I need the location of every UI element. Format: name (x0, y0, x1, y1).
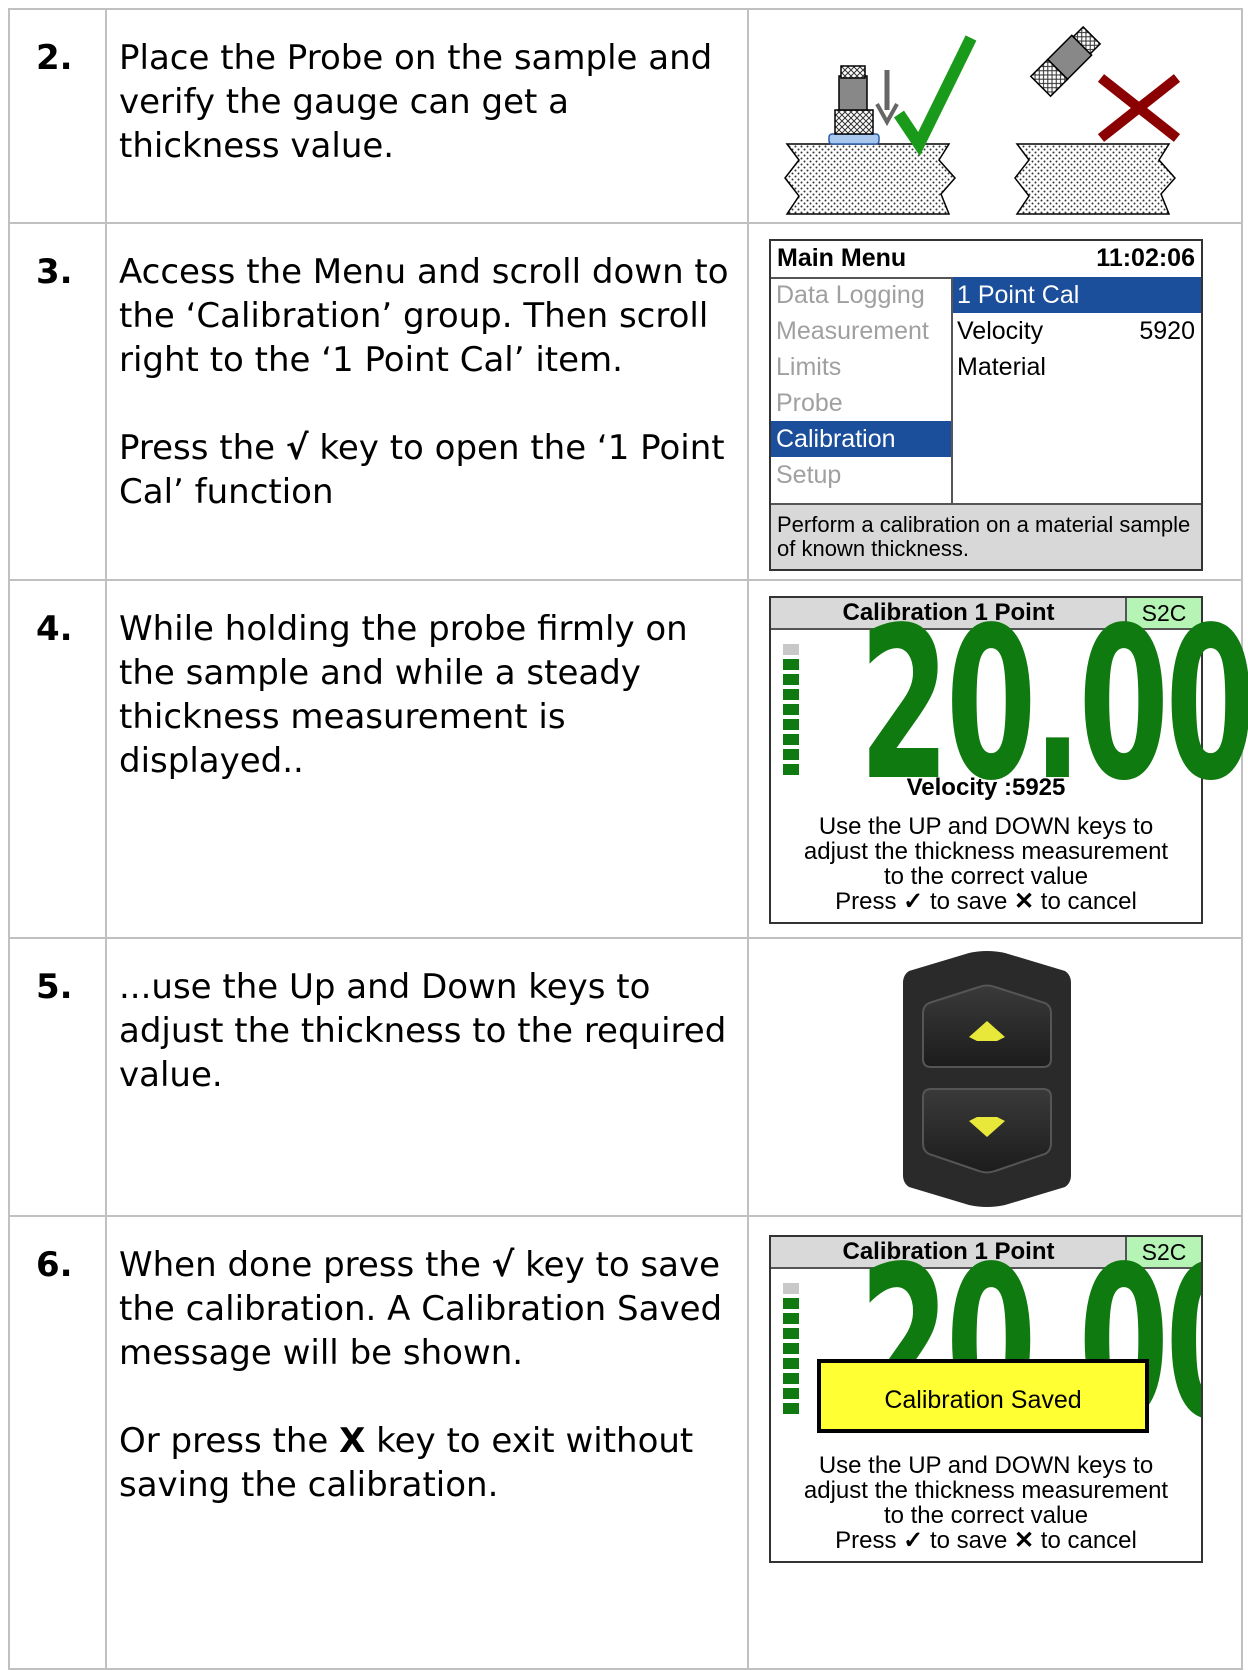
text-fragment: to cancel (1040, 1527, 1137, 1554)
clock: 11:02:06 (1096, 244, 1195, 272)
instruction-line: Use the UP and DOWN keys to (818, 813, 1154, 840)
save-cancel-line: Press ✓ to save ✕ to cancel (771, 889, 1201, 914)
step-text: While holding the probe firmly on the sa… (119, 609, 688, 781)
menu-group-list: Data Logging Measurement Limits Probe Ca… (771, 277, 953, 523)
probe-placement-illustration (749, 10, 1241, 222)
text-fragment: to cancel (1040, 888, 1137, 915)
main-menu-screen: Main Menu 11:02:06 Data Logging Measurem… (769, 239, 1203, 571)
text-fragment: Press the (119, 428, 286, 468)
probe-tilted-cross-icon (1014, 25, 1181, 215)
text-fragment: to save (929, 1527, 1008, 1554)
text-fragment: to save (929, 888, 1008, 915)
step-row-4: 4. While holding the probe firmly on the… (8, 579, 1248, 939)
instruction-line: to the correct value (883, 863, 1089, 890)
menu-item-value: 5920 (1139, 317, 1195, 345)
menu-group-calibration[interactable]: Calibration (771, 421, 951, 457)
step-row-2: 2. Place the Probe on the sample and ver… (8, 8, 1243, 224)
menu-group-measurement[interactable]: Measurement (771, 313, 951, 349)
check-key-glyph: √ (285, 428, 309, 468)
step-text-cancel: Or press the X key to exit without savin… (119, 1419, 733, 1507)
calibration-instructions: Use the UP and DOWN keys to adjust the t… (771, 1453, 1201, 1553)
cross-glyph-icon: ✕ (1014, 1527, 1035, 1554)
signal-strength-bar (783, 1283, 799, 1418)
menu-group-limits[interactable]: Limits (771, 349, 951, 385)
calibration-saved-message: Calibration Saved (817, 1359, 1149, 1433)
instruction-line: to the correct value (883, 1502, 1089, 1529)
step-number: 5. (36, 967, 73, 1007)
menu-item-list: 1 Point Cal Velocity 5920 Material (953, 277, 1201, 523)
check-glyph-icon: ✓ (903, 1527, 924, 1554)
menu-item-material[interactable]: Material (953, 349, 1201, 385)
instruction-line: Use the UP and DOWN keys to (818, 1452, 1154, 1479)
step-number: 4. (36, 609, 73, 649)
instruction-steps-table: 2. Place the Probe on the sample and ver… (8, 8, 1248, 1670)
menu-item-1-point-cal[interactable]: 1 Point Cal (953, 277, 1201, 313)
probe-placement-figure (784, 25, 1181, 215)
text-fragment: When done press the (119, 1245, 492, 1285)
menu-group-probe[interactable]: Probe (771, 385, 951, 421)
step-text: ...use the Up and Down keys to adjust th… (119, 967, 727, 1095)
main-menu-header: Main Menu 11:02:06 (771, 241, 1201, 279)
step-row-3: 3. Access the Menu and scroll down to th… (8, 222, 1243, 581)
step-row-5: 5. ...use the Up and Down keys to adjust… (8, 937, 1243, 1217)
step-row-6: 6. When done press the √ key to save the… (8, 1215, 1243, 1670)
instruction-line: adjust the thickness measurement (803, 838, 1169, 865)
menu-item-label: Velocity (957, 317, 1044, 345)
step-text: Access the Menu and scroll down to the ‘… (119, 252, 729, 380)
check-glyph-icon: ✓ (903, 888, 924, 915)
menu-item-velocity[interactable]: Velocity 5920 (953, 313, 1201, 349)
step-number: 2. (36, 38, 73, 78)
calibration-saved-screen: Calibration 1 Point S2C 20.00 Calibratio… (769, 1235, 1203, 1563)
calibration-instructions: Use the UP and DOWN keys to adjust the t… (771, 814, 1201, 914)
signal-strength-bar (783, 644, 799, 779)
check-key-glyph: √ (491, 1245, 515, 1285)
menu-item-label: Material (957, 353, 1046, 381)
step-text-save: When done press the √ key to save the ca… (119, 1243, 733, 1375)
instruction-line: adjust the thickness measurement (803, 1477, 1169, 1504)
menu-help-footer: Perform a calibration on a material samp… (771, 503, 1201, 569)
main-menu-title: Main Menu (777, 244, 907, 272)
cross-glyph-icon: ✕ (1014, 888, 1035, 915)
menu-group-setup[interactable]: Setup (771, 457, 951, 493)
step-text: Place the Probe on the sample and verify… (119, 38, 713, 166)
step-number: 3. (36, 252, 73, 292)
text-fragment: Or press the (119, 1421, 340, 1461)
menu-item-label: 1 Point Cal (957, 281, 1080, 309)
step-text-press: Press the √ key to open the ‘1 Point Cal… (119, 426, 733, 514)
save-cancel-line: Press ✓ to save ✕ to cancel (771, 1528, 1201, 1553)
step-number: 6. (36, 1245, 73, 1285)
velocity-readout: Velocity :5925 (906, 774, 1066, 801)
calibration-screen: Calibration 1 Point S2C 20.00 Velocity :… (769, 596, 1248, 924)
text-fragment: Press (835, 1527, 897, 1554)
x-key-glyph: X (339, 1421, 366, 1461)
menu-group-data-logging[interactable]: Data Logging (771, 277, 951, 313)
up-down-keypad (903, 951, 1071, 1207)
text-fragment: Press (835, 888, 897, 915)
probe-on-sample-check-icon (784, 35, 977, 215)
